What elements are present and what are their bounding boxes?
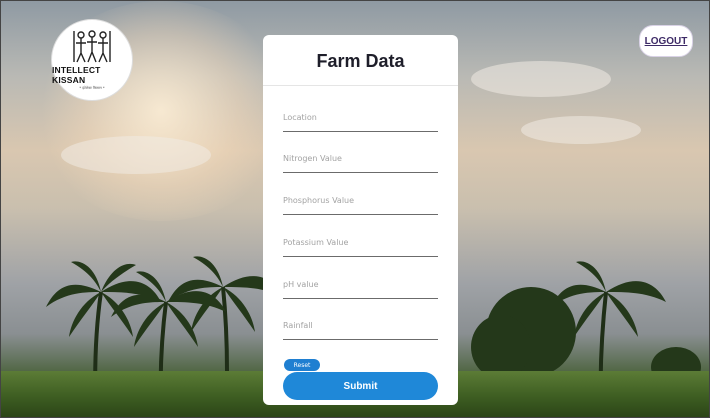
location-input[interactable] [283,113,438,122]
potassium-field [283,230,438,257]
rainfall-input[interactable] [283,321,438,330]
location-field [283,105,438,132]
logo-tagline: * इंटेलेक्ट किसान * [79,86,105,90]
ph-input[interactable] [283,280,438,289]
cloud [521,116,641,144]
form-divider [263,85,458,86]
cloud [61,136,211,174]
submit-button[interactable]: Submit [283,372,438,400]
logo-title: INTELLECT KISSAN [52,65,101,85]
ph-field [283,272,438,299]
page-frame: INTELLECT KISSAN * इंटेलेक्ट किसान * LOG… [0,0,710,418]
nitrogen-input[interactable] [283,154,438,163]
cloud [471,61,611,97]
phosphorus-input[interactable] [283,196,438,205]
app-logo[interactable]: INTELLECT KISSAN * इंटेलेक्ट किसान * [51,19,133,101]
nitrogen-field [283,146,438,173]
form-title: Farm Data [316,51,405,71]
potassium-input[interactable] [283,238,438,247]
phosphorus-field [283,188,438,215]
rainfall-field [283,313,438,340]
farmer-figures-icon [73,30,111,63]
reset-button[interactable]: Reset [284,359,320,371]
logout-button[interactable]: LOGOUT [639,25,693,57]
farm-data-form: Farm Data Reset Submit [263,35,458,405]
